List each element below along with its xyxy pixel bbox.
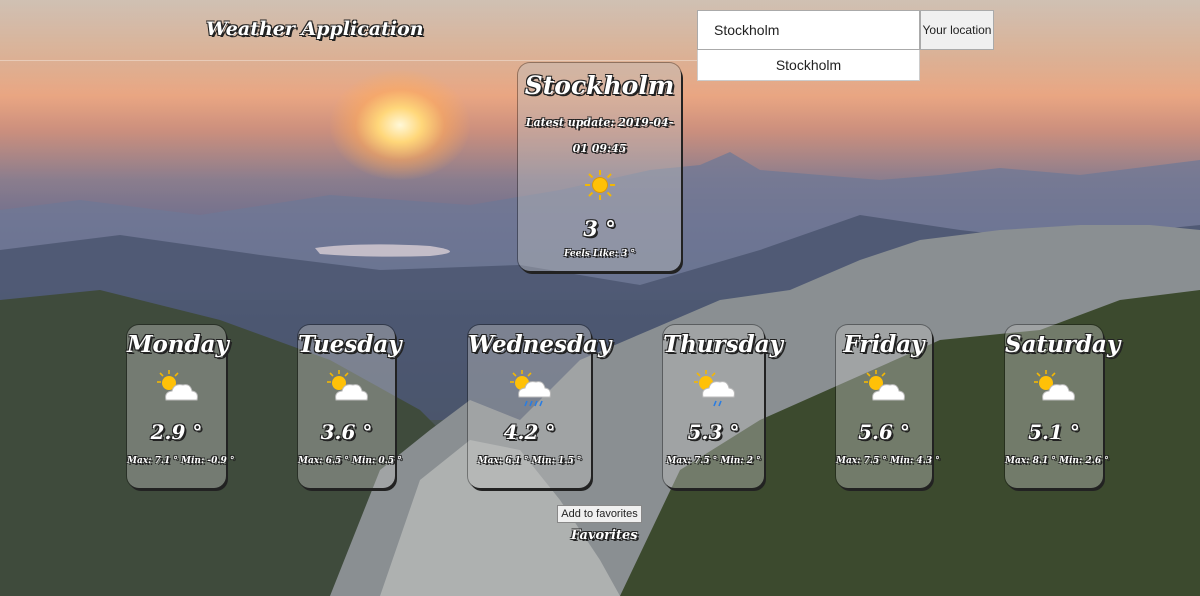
forecast-temperature: 5.1 ° (1028, 420, 1080, 444)
forecast-card-tuesday: Tuesday 3.6 ° Max: 6.5 ° Min: 0.5 ° (298, 325, 402, 488)
forecast-card-saturday: Saturday 5.1 ° Max: 8.1 ° Min: 2.6 ° (1005, 325, 1121, 488)
partly-cloudy-icon (1034, 370, 1075, 401)
header-divider (0, 60, 700, 61)
search-suggestion-item[interactable]: Stockholm (697, 50, 920, 81)
forecast-temperature: 2.9 ° (150, 420, 203, 444)
forecast-day-name: Monday (127, 331, 229, 358)
feels-like-text: Feels Like: 3 ° (563, 249, 636, 259)
forecast-min-max: Max: 6.5 ° Min: 0.5 ° (298, 456, 402, 466)
partly-cloudy-icon (156, 370, 198, 401)
forecast-temperature: 3.6 ° (320, 420, 373, 444)
forecast-day-name: Tuesday (298, 331, 402, 358)
forecast-card-wednesday: Wednesday 4.2 ° Max: 6.1 ° Min: 1.5 ° (468, 325, 612, 488)
partly-cloudy-icon (864, 370, 905, 401)
current-city-name: Stockholm (524, 71, 675, 100)
forecast-day-name: Thursday (663, 331, 783, 358)
latest-update-text: Latest update: 2019-04-01 09:45 (525, 116, 674, 155)
forecast-temperature: 5.3 ° (687, 420, 740, 444)
forecast-card-thursday: Thursday 5.3 ° Max: 7.5 ° Min: 2 ° (663, 325, 783, 488)
forecast-temperature: 4.2 ° (503, 420, 556, 444)
sun-icon (584, 170, 615, 200)
forecast-min-max: Max: 6.1 ° Min: 1.5 ° (477, 456, 582, 466)
partly-cloudy-icon (326, 370, 368, 401)
forecast-temperature: 5.6 ° (858, 420, 910, 444)
forecast-day-name: Wednesday (468, 331, 612, 358)
current-weather-card: Stockholm Latest update: 2019-04-01 09:4… (518, 63, 681, 271)
your-location-button[interactable]: Your location (920, 10, 994, 50)
partly-cloudy-rain-icon (693, 370, 735, 407)
add-to-favorites-button[interactable]: Add to favorites (557, 505, 642, 523)
favorites-heading: Favorites (571, 528, 638, 543)
forecast-card-friday: Friday 5.6 ° Max: 7.5 ° Min: 4.3 ° (836, 325, 940, 488)
current-temperature: 3 ° (583, 216, 616, 241)
lake (315, 244, 450, 257)
forecast-min-max: Max: 7.5 ° Min: 4.3 ° (836, 456, 940, 466)
city-search-input[interactable] (697, 10, 920, 50)
forecast-min-max: Max: 7.1 ° Min: -0.9 ° (127, 456, 235, 466)
forecast-day-name: Friday (843, 331, 925, 358)
forecast-day-name: Saturday (1005, 331, 1121, 358)
forecast-card-monday: Monday 2.9 ° Max: 7.1 ° Min: -0.9 ° (127, 325, 235, 488)
partly-cloudy-rain-icon (509, 370, 551, 407)
app-title: Weather Application (206, 18, 424, 40)
forecast-min-max: Max: 8.1 ° Min: 2.6 ° (1005, 456, 1109, 466)
forecast-min-max: Max: 7.5 ° Min: 2 ° (666, 456, 761, 466)
